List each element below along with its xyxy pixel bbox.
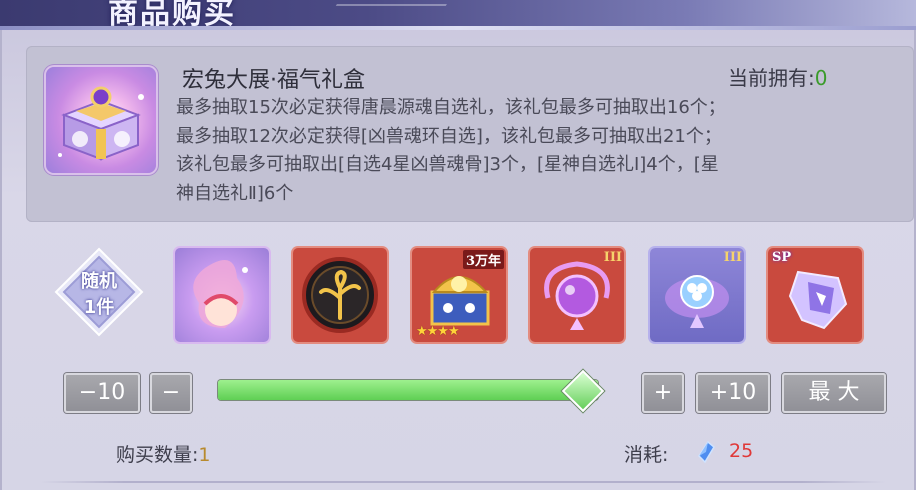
dialog-title: 商品购买 <box>108 0 236 30</box>
reward-tag: 3万年 <box>462 250 504 269</box>
reward-item[interactable] <box>175 248 269 342</box>
header-decoration <box>323 4 447 28</box>
cost-value: 25 <box>729 440 753 462</box>
cost-label: 消耗: <box>624 444 669 466</box>
random-line1: 随机 <box>81 271 117 292</box>
owned-label: 当前拥有: <box>728 66 815 90</box>
description-line: 神自选礼Ⅱ]6个 <box>176 182 294 204</box>
slider-handle[interactable] <box>561 369 605 413</box>
purchase-quantity: 购买数量:1 <box>116 440 211 467</box>
reward-item[interactable]: 3万年 ★★★★ <box>412 248 506 342</box>
reward-item[interactable]: III <box>650 248 744 342</box>
reward-tag: III <box>603 250 622 265</box>
description-line: 最多抽取15次必定获得唐晨源魂自选礼，该礼包最多可抽取出16个； <box>176 97 726 118</box>
description-line: 最多抽取12次必定获得[凶兽魂环自选]，该礼包最多可抽取出21个； <box>176 125 722 147</box>
cost-amount: 25 <box>729 440 754 462</box>
reward-item[interactable]: III <box>530 248 624 342</box>
gift-box-icon <box>46 67 156 173</box>
slider-fill <box>218 380 598 400</box>
minus-10-button[interactable]: −10 <box>64 373 140 413</box>
reward-tag: SP <box>772 250 792 265</box>
quantity-slider[interactable] <box>218 380 598 400</box>
description-line: 该礼包最多可抽取出[自选4星凶兽魂骨]3个，[星神自选礼Ⅰ]4个，[星 <box>176 154 719 175</box>
golden-tree-emblem-icon <box>302 257 378 333</box>
owned-value: 0 <box>814 66 828 90</box>
dialog-header: 商品购买 <box>0 0 916 30</box>
item-name: 宏兔大展·福气礼盒 <box>182 68 365 93</box>
footer-divider <box>40 481 886 483</box>
quantity-label: 购买数量: <box>116 444 199 466</box>
reward-item[interactable]: SP <box>768 248 862 342</box>
max-button[interactable]: 最 大 <box>782 373 886 413</box>
reward-stars: ★★★★ <box>416 324 460 339</box>
blue-crystal-gem-icon <box>698 441 715 463</box>
quantity-value: 1 <box>198 444 211 466</box>
random-one-badge: 随机 1件 <box>54 247 144 337</box>
owned-count: 当前拥有:0 <box>728 62 827 91</box>
reward-tag: III <box>723 250 742 265</box>
frame-left-edge <box>0 30 2 490</box>
plus-10-button[interactable]: +10 <box>696 373 770 413</box>
pink-orb-spirit-icon <box>193 260 248 328</box>
reward-item[interactable] <box>293 248 387 342</box>
minus-button[interactable]: − <box>150 373 192 413</box>
item-description: 最多抽取15次必定获得唐晨源魂自选礼，该礼包最多可抽取出16个； 最多抽取12次… <box>176 94 896 208</box>
plus-button[interactable]: + <box>642 373 684 413</box>
random-line2: 1件 <box>83 297 115 318</box>
